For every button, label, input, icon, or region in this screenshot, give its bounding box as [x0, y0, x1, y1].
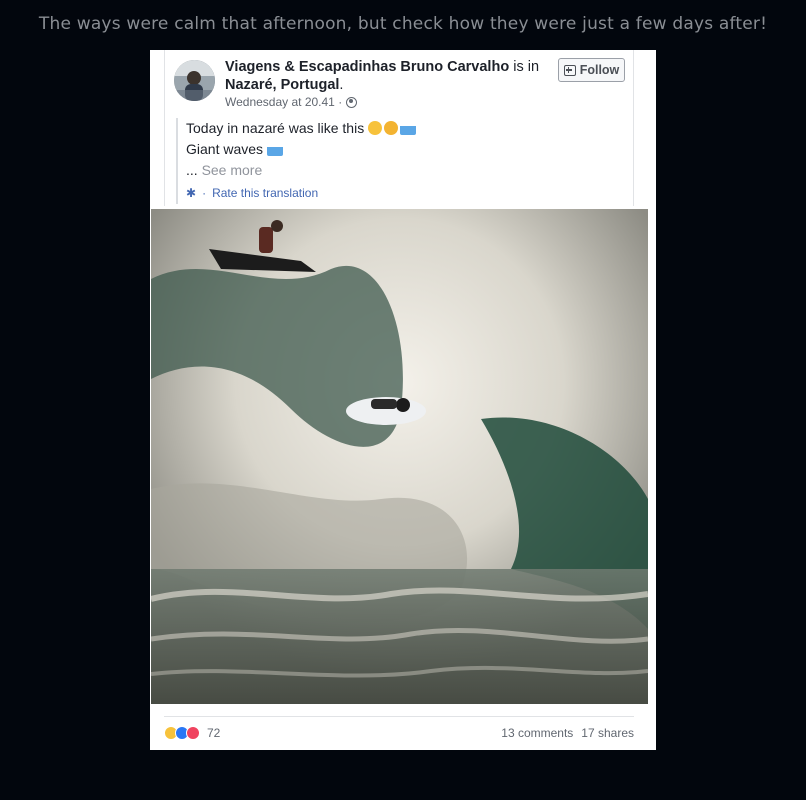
post-stats: 13 comments 17 shares — [501, 726, 634, 740]
love-reaction-icon — [186, 726, 200, 740]
meme-caption: The ways were calm that afternoon, but c… — [38, 14, 768, 34]
avatar[interactable] — [174, 60, 215, 101]
reactions-summary[interactable]: 72 — [164, 726, 220, 740]
comments-count-link[interactable]: 13 comments — [501, 726, 573, 740]
is-in-text: is in — [509, 59, 540, 75]
post-line-2: Giant waves — [186, 139, 616, 160]
post-photo-giant-wave[interactable] — [151, 209, 648, 704]
wave-emoji-icon — [266, 142, 283, 156]
see-more-link[interactable]: See more — [202, 162, 263, 178]
shares-count-link[interactable]: 17 shares — [581, 726, 634, 740]
see-more-prefix: ... — [186, 162, 202, 178]
rescue-sled — [346, 397, 426, 425]
post-header: Viagens & Escapadinhas Bruno Carvalho is… — [225, 58, 545, 94]
location-suffix: . — [339, 77, 344, 93]
follow-plus-icon — [563, 64, 576, 76]
post-line-1: Today in nazaré was like this — [186, 118, 616, 139]
reaction-count: 72 — [207, 726, 221, 740]
rate-prefix: · — [202, 186, 207, 200]
author-name[interactable]: Viagens & Escapadinhas Bruno Carvalho — [225, 59, 509, 75]
post-line-1-text: Today in nazaré was like this — [186, 120, 365, 136]
astonished-emoji-icon — [384, 121, 399, 135]
grimacing-emoji-icon — [368, 121, 383, 135]
wave-emoji-icon — [400, 121, 417, 135]
location-link[interactable]: Nazaré, Portugal — [225, 77, 339, 93]
rate-translation-link[interactable]: Rate this translation — [212, 183, 318, 204]
gear-icon: ✱ — [186, 186, 197, 200]
post-text: Today in nazaré was like this Giant wave… — [176, 118, 616, 204]
globe-icon — [346, 96, 358, 108]
rate-translation-row: ✱ · Rate this translation — [186, 183, 616, 204]
see-more-line: ... See more — [186, 160, 616, 181]
post-meta: Wednesday at 20.41 · — [225, 95, 358, 109]
follow-label: Follow — [579, 63, 620, 77]
follow-button[interactable]: Follow — [558, 58, 625, 82]
post-line-2-text: Giant waves — [186, 141, 264, 157]
post-timestamp[interactable]: Wednesday at 20.41 · — [225, 95, 342, 109]
facebook-post-card: Viagens & Escapadinhas Bruno Carvalho is… — [150, 50, 656, 750]
post-footer: 72 13 comments 17 shares — [164, 716, 634, 750]
